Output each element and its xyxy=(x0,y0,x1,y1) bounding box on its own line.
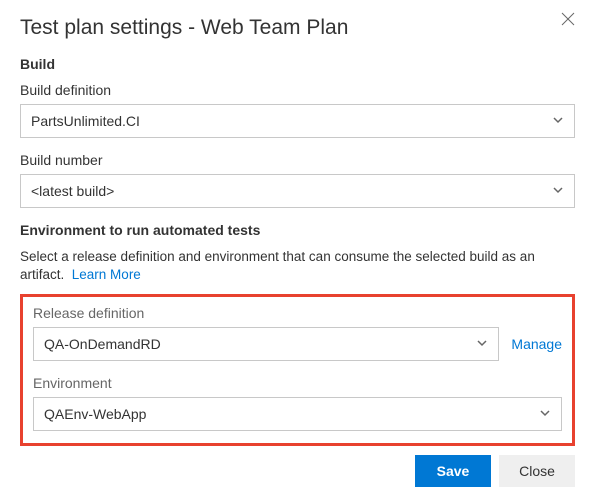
dialog-title: Test plan settings - Web Team Plan xyxy=(20,16,575,40)
dialog-buttons: Save Close xyxy=(415,455,575,487)
release-definition-dropdown[interactable]: QA-OnDemandRD xyxy=(33,327,499,361)
build-definition-field: Build definition PartsUnlimited.CI xyxy=(20,82,575,138)
chevron-down-icon xyxy=(552,113,564,129)
build-definition-dropdown[interactable]: PartsUnlimited.CI xyxy=(20,104,575,138)
release-definition-field: Release definition QA-OnDemandRD Manage xyxy=(33,305,562,361)
build-definition-label: Build definition xyxy=(20,82,575,98)
release-definition-label: Release definition xyxy=(33,305,562,321)
chevron-down-icon xyxy=(476,336,488,352)
env-heading: Environment to run automated tests xyxy=(20,222,575,238)
learn-more-link[interactable]: Learn More xyxy=(72,267,141,282)
chevron-down-icon xyxy=(552,183,564,199)
environment-field: Environment QAEnv-WebApp xyxy=(33,375,562,431)
build-definition-value: PartsUnlimited.CI xyxy=(31,113,140,129)
chevron-down-icon xyxy=(539,406,551,422)
environment-dropdown[interactable]: QAEnv-WebApp xyxy=(33,397,562,431)
build-number-field: Build number <latest build> xyxy=(20,152,575,208)
test-plan-settings-dialog: Test plan settings - Web Team Plan Build… xyxy=(0,0,595,501)
env-helper: Select a release definition and environm… xyxy=(20,248,575,284)
save-button[interactable]: Save xyxy=(415,455,491,487)
highlighted-region: Release definition QA-OnDemandRD Manage … xyxy=(20,294,575,446)
environment-label: Environment xyxy=(33,375,562,391)
build-number-label: Build number xyxy=(20,152,575,168)
environment-value: QAEnv-WebApp xyxy=(44,406,146,422)
build-number-dropdown[interactable]: <latest build> xyxy=(20,174,575,208)
close-button[interactable]: Close xyxy=(499,455,575,487)
manage-link[interactable]: Manage xyxy=(511,336,562,352)
close-icon[interactable] xyxy=(561,12,579,30)
release-definition-value: QA-OnDemandRD xyxy=(44,336,161,352)
build-number-value: <latest build> xyxy=(31,183,114,199)
build-heading: Build xyxy=(20,56,575,72)
